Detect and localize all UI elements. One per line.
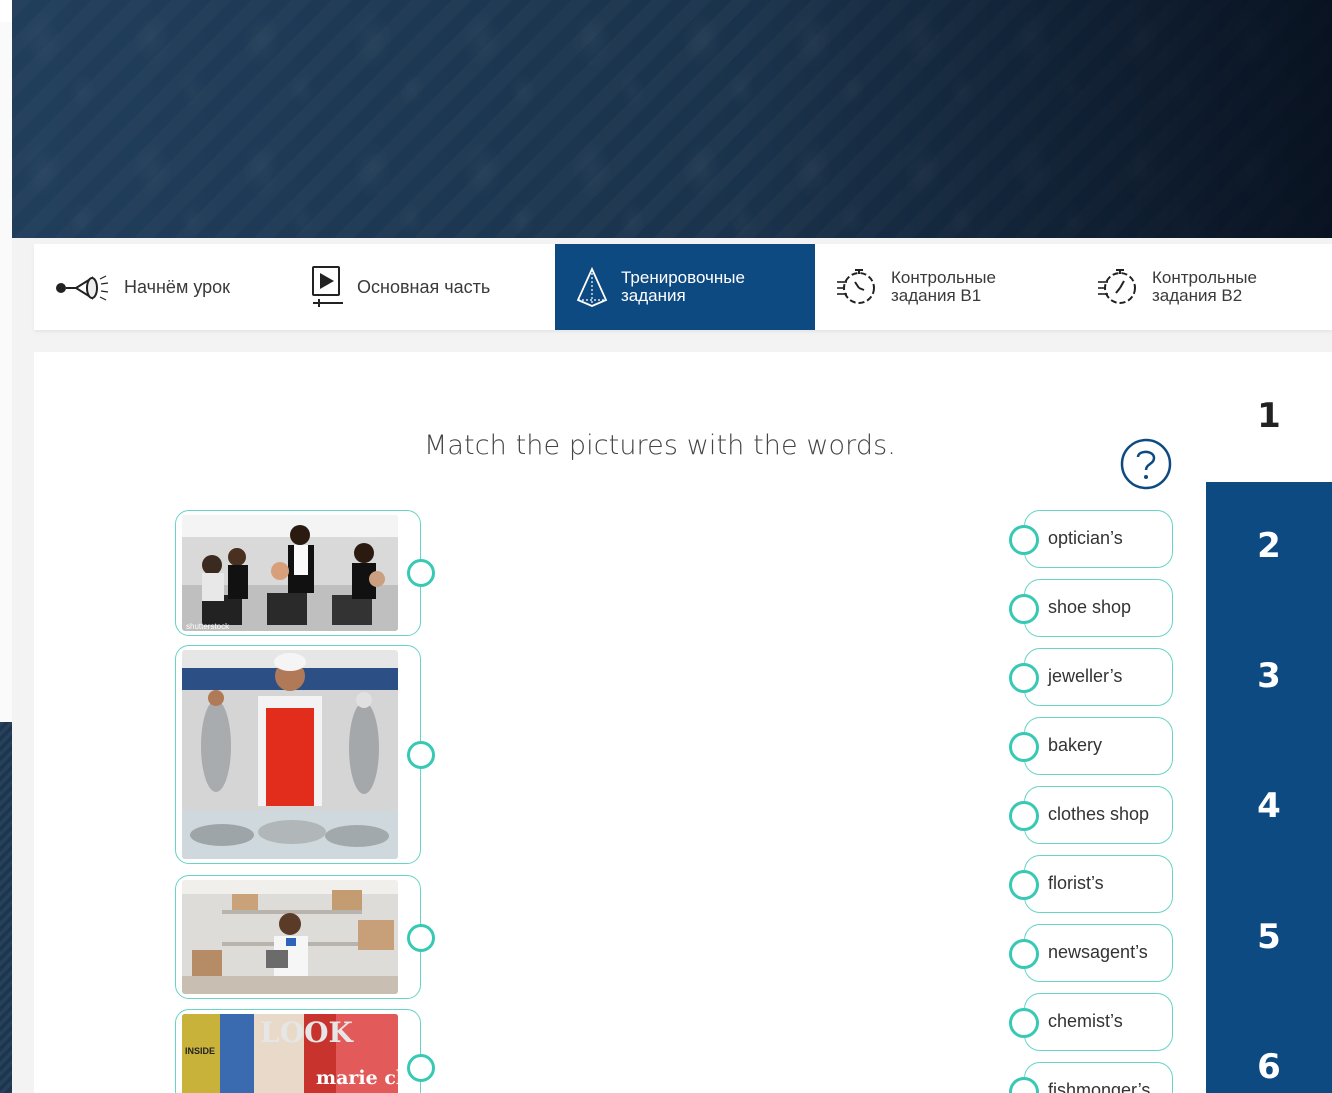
word-option-6[interactable]: florist’s <box>1009 855 1173 913</box>
connector-dot[interactable] <box>407 559 435 587</box>
connector-dot[interactable] <box>407 1054 435 1082</box>
stopwatch-icon <box>835 266 879 308</box>
play-icon <box>311 265 345 309</box>
nav-label: Тренировочные задания <box>621 268 745 305</box>
nav-tab-control-b1[interactable]: Контрольные задания В1 <box>815 244 1076 330</box>
picture-card-1[interactable]: shutterstock <box>175 510 435 636</box>
word-label: clothes shop <box>1048 804 1150 824</box>
question-circle-icon[interactable] <box>1120 438 1172 495</box>
word-label: optician’s <box>1048 528 1123 548</box>
task-number-3[interactable]: 3 <box>1206 656 1332 696</box>
megaphone-icon <box>54 271 112 303</box>
word-option-2[interactable]: shoe shop <box>1009 579 1173 637</box>
nav-label: Контрольные задания В2 <box>1152 268 1257 305</box>
left-margin <box>0 22 12 722</box>
nav-label: Контрольные задания В1 <box>891 268 996 305</box>
connector-dot[interactable] <box>1009 525 1039 555</box>
word-option-9[interactable]: fishmonger’s <box>1009 1062 1173 1093</box>
svg-text:marie claire: marie claire <box>316 1067 398 1089</box>
word-option-3[interactable]: jeweller’s <box>1009 648 1173 706</box>
word-option-1[interactable]: optician’s <box>1009 510 1173 568</box>
connector-dot[interactable] <box>1009 1008 1039 1038</box>
word-label: jeweller’s <box>1048 666 1123 686</box>
exercise-area: Match the pictures with the words. shutt… <box>34 352 1332 1093</box>
word-option-5[interactable]: clothes shop <box>1009 786 1173 844</box>
nav-label: Основная часть <box>357 276 491 297</box>
word-label: newsagent’s <box>1048 942 1148 962</box>
connector-dot[interactable] <box>407 924 435 952</box>
word-label: shoe shop <box>1048 597 1132 617</box>
picture-card-3[interactable] <box>175 875 435 999</box>
word-label: fishmonger’s <box>1048 1080 1151 1093</box>
hairdresser-photo: shutterstock <box>182 515 398 631</box>
nav-tab-main-part[interactable]: Основная часть <box>267 244 555 330</box>
word-label: chemist’s <box>1048 1011 1123 1031</box>
connector-dot[interactable] <box>1009 939 1039 969</box>
fishmonger-photo <box>182 650 398 859</box>
connector-dot[interactable] <box>1009 801 1039 831</box>
word-option-8[interactable]: chemist’s <box>1009 993 1173 1051</box>
header-banner <box>12 0 1332 238</box>
connector-dot[interactable] <box>1009 870 1039 900</box>
picture-card-2[interactable] <box>175 645 435 864</box>
connector-dot[interactable] <box>1009 594 1039 624</box>
pyramid-icon <box>575 266 609 308</box>
task-number-6[interactable]: 6 <box>1206 1047 1332 1087</box>
nav-tab-control-b2[interactable]: Контрольные задания В2 <box>1076 244 1332 330</box>
task-number-1[interactable]: 1 <box>1206 396 1332 436</box>
task-number-5[interactable]: 5 <box>1206 917 1332 957</box>
watermark-text: shutterstock <box>186 622 230 631</box>
nav-label: Начнём урок <box>124 276 231 297</box>
stopwatch-icon <box>1096 266 1140 308</box>
window-corner <box>0 0 12 22</box>
left-margin-pattern <box>0 722 12 1093</box>
word-option-7[interactable]: newsagent’s <box>1009 924 1173 982</box>
word-option-4[interactable]: bakery <box>1009 717 1173 775</box>
task-instruction: Match the pictures with the words. <box>424 430 896 461</box>
picture-card-4[interactable]: LOOK INSIDE marie claire <box>175 1009 435 1093</box>
task-number-4[interactable]: 4 <box>1206 786 1332 826</box>
connector-dot[interactable] <box>1009 1077 1039 1093</box>
word-label: bakery <box>1048 735 1103 755</box>
svg-text:INSIDE: INSIDE <box>185 1046 215 1056</box>
lesson-navbar: Начнём урок Основная часть Тренировочные… <box>34 244 1332 330</box>
magazine-rack-photo: LOOK INSIDE marie claire <box>182 1014 398 1093</box>
word-label: florist’s <box>1048 873 1104 893</box>
nav-tab-training-tasks[interactable]: Тренировочные задания <box>555 244 815 330</box>
post-office-photo <box>182 880 398 994</box>
svg-text:LOOK: LOOK <box>260 1016 354 1049</box>
connector-dot[interactable] <box>1009 663 1039 693</box>
connector-dot[interactable] <box>407 741 435 769</box>
nav-tab-start-lesson[interactable]: Начнём урок <box>34 244 267 330</box>
connector-dot[interactable] <box>1009 732 1039 762</box>
task-number-2[interactable]: 2 <box>1206 526 1332 566</box>
